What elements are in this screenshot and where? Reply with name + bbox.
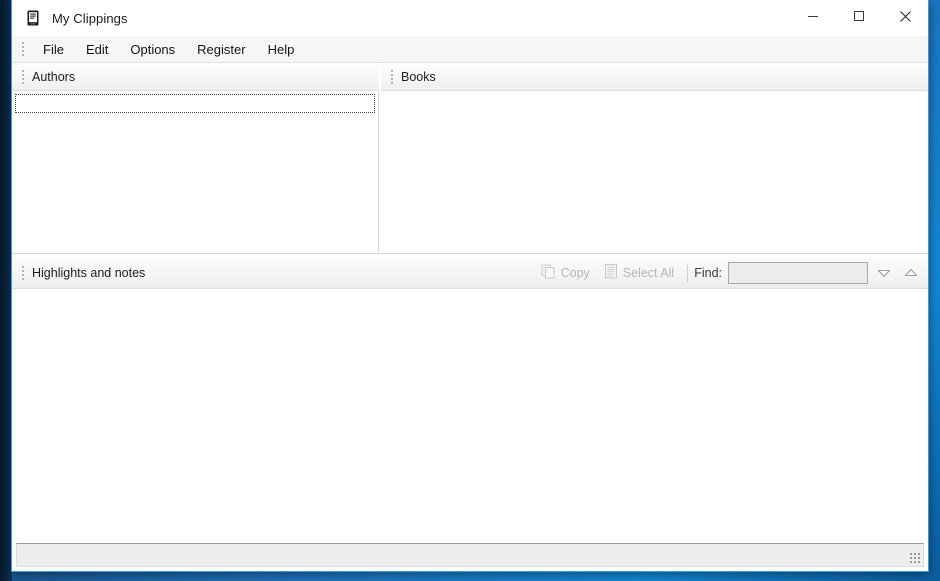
pane-drag-grip[interactable] (18, 68, 27, 85)
menu-drag-grip[interactable] (18, 41, 27, 58)
window-title: My Clippings (52, 10, 128, 26)
application-window: My Clippings File Edit Options Register … (11, 0, 929, 572)
find-label: Find: (694, 266, 722, 280)
notes-content-area[interactable] (12, 289, 928, 540)
minimize-icon[interactable] (790, 0, 836, 32)
books-list[interactable] (381, 91, 928, 253)
authors-pane: Authors (12, 63, 379, 253)
select-all-button[interactable]: Select All (597, 261, 681, 285)
authors-pane-header: Authors (12, 63, 379, 91)
notes-pane-title: Highlights and notes (32, 266, 146, 280)
top-split-area: Authors Books (12, 63, 928, 253)
pane-drag-grip[interactable] (18, 265, 27, 282)
menu-item-register[interactable]: Register (186, 38, 256, 61)
resize-grip[interactable] (909, 552, 920, 563)
title-bar[interactable]: My Clippings (12, 0, 928, 36)
books-pane-header: Books (381, 63, 928, 91)
menu-item-edit[interactable]: Edit (75, 38, 119, 61)
books-pane-title: Books (401, 69, 436, 84)
select-all-button-label: Select All (622, 266, 675, 280)
copy-button-label: Copy (560, 266, 590, 280)
notes-toolbar: Copy Select All Find: (534, 261, 922, 285)
notes-pane-header: Highlights and notes Copy Select All Fin… (12, 258, 928, 289)
menu-item-file[interactable]: File (32, 38, 75, 61)
toolbar-separator (687, 264, 689, 282)
authors-pane-title: Authors (32, 69, 76, 84)
authors-list[interactable] (12, 91, 379, 253)
triangle-up-icon[interactable] (900, 262, 922, 284)
triangle-down-icon[interactable] (873, 262, 895, 284)
find-input[interactable] (728, 262, 868, 284)
authors-focused-row[interactable] (15, 94, 375, 113)
menu-bar: File Edit Options Register Help (12, 36, 928, 63)
copy-button[interactable]: Copy (534, 261, 597, 285)
document-lines-icon (604, 264, 618, 282)
copy-pages-icon (541, 264, 556, 282)
desktop-background: My Clippings File Edit Options Register … (0, 0, 940, 581)
status-bar (16, 543, 924, 567)
maximize-icon[interactable] (836, 0, 882, 32)
menu-item-help[interactable]: Help (257, 38, 306, 61)
window-controls (790, 0, 928, 36)
menu-item-options[interactable]: Options (119, 38, 186, 61)
books-pane: Books (381, 63, 928, 253)
close-icon[interactable] (882, 0, 928, 32)
pane-drag-grip[interactable] (387, 68, 396, 85)
ereader-icon (24, 9, 42, 27)
